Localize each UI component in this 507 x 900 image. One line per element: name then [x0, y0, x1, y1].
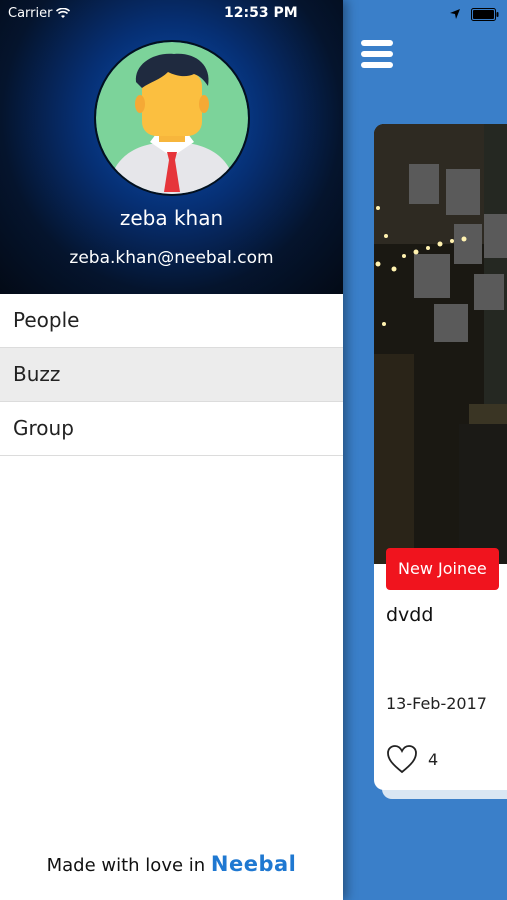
user-name: zeba khan: [119, 206, 224, 230]
drawer-menu: People Buzz Group: [0, 294, 343, 456]
card-photo: [374, 124, 507, 564]
carrier-label: Carrier: [8, 6, 71, 21]
carrier-text: Carrier: [8, 6, 53, 21]
hamburger-menu-icon[interactable]: [361, 40, 393, 72]
like-count: 4: [428, 749, 439, 769]
card-title: dvdd: [386, 604, 434, 626]
wifi-icon: [56, 8, 71, 18]
battery-icon: [471, 7, 499, 21]
location-arrow-icon: [450, 9, 460, 19]
card-photo-art: [374, 124, 507, 564]
profile-header: Carrier 12:53 PM zeba khan zeba.khan@nee…: [0, 0, 343, 294]
side-drawer: Carrier 12:53 PM zeba khan zeba.khan@nee…: [0, 0, 343, 900]
user-email: zeba.khan@neebal.com: [69, 248, 274, 268]
status-bar-right: [449, 5, 499, 23]
brand-logo: Neebal: [210, 852, 297, 876]
footer-text: Made with love in: [46, 855, 206, 876]
user-avatar-icon[interactable]: [94, 40, 250, 196]
status-time: 12:53 PM: [224, 5, 298, 21]
card-date: 13-Feb-2017: [386, 694, 487, 713]
heart-outline-icon[interactable]: [386, 744, 418, 774]
menu-item-buzz[interactable]: Buzz: [0, 348, 343, 402]
buzz-card[interactable]: New Joinee dvdd 13-Feb-2017 4: [374, 124, 507, 790]
like-control[interactable]: 4: [386, 744, 438, 774]
menu-item-people[interactable]: People: [0, 294, 343, 348]
card-tag-badge: New Joinee: [386, 548, 499, 590]
footer-credit: Made with love in Neebal: [0, 852, 343, 876]
status-bar: Carrier 12:53 PM: [0, 0, 343, 28]
menu-item-group[interactable]: Group: [0, 402, 343, 456]
